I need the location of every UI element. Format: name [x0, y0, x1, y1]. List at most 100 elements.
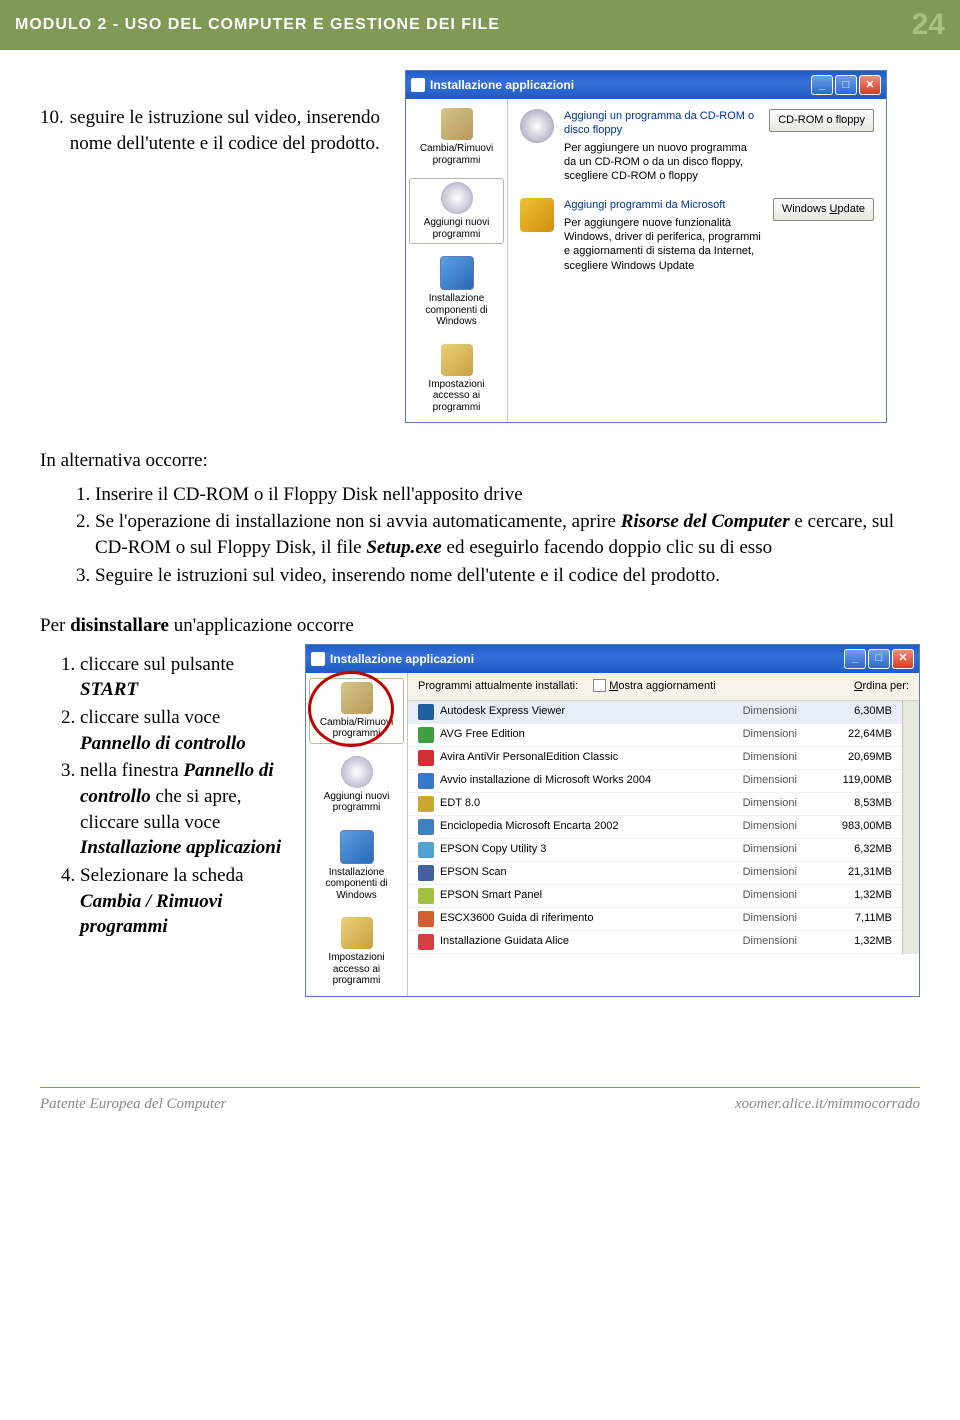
close-button[interactable]: ✕	[892, 649, 914, 669]
program-row[interactable]: EPSON ScanDimensioni 21,31MB	[408, 862, 902, 885]
program-size: 21,31MB	[822, 865, 892, 880]
close-button[interactable]: ✕	[859, 75, 881, 95]
step-item: nella finestra Pannello di controllo che…	[80, 758, 290, 861]
program-size: 119,00MB	[822, 773, 892, 788]
alt-item: Se l'operazione di installazione non si …	[95, 509, 920, 560]
program-name: Avira AntiVir PersonalEdition Classic	[440, 750, 743, 765]
program-icon	[418, 704, 434, 720]
program-row[interactable]: AVG Free EditionDimensioni 22,64MB	[408, 724, 902, 747]
step-item: cliccare sul pulsante START	[80, 652, 290, 703]
program-name: Installazione Guidata Alice	[440, 934, 743, 949]
intro-num: 10.	[40, 105, 64, 156]
program-name: Enciclopedia Microsoft Encarta 2002	[440, 819, 743, 834]
intro-text: seguire le istruzione sul video, inseren…	[70, 105, 390, 156]
step-item: cliccare sulla voce Pannello di controll…	[80, 705, 290, 756]
update-icon	[520, 198, 554, 232]
box-icon	[341, 682, 373, 714]
maximize-button[interactable]: □	[868, 649, 890, 669]
program-name: Autodesk Express Viewer	[440, 704, 743, 719]
alt-item: Seguire le istruzioni sul video, inseren…	[95, 563, 920, 589]
sidebar-windows-components[interactable]: Installazione componenti di Windows	[409, 252, 504, 332]
program-size: 7,11MB	[822, 911, 892, 926]
program-size: 6,32MB	[822, 842, 892, 857]
sidebar-add-new[interactable]: Aggiungi nuovi programmi	[409, 178, 504, 244]
minimize-button[interactable]: _	[844, 649, 866, 669]
app-icon	[411, 78, 425, 92]
program-row[interactable]: ESCX3600 Guida di riferimentoDimensioni 7…	[408, 908, 902, 931]
sidebar-change-remove[interactable]: Cambia/Rimuovi programmi	[409, 104, 504, 170]
program-icon	[418, 934, 434, 950]
program-row[interactable]: Enciclopedia Microsoft Encarta 2002Dimen…	[408, 816, 902, 839]
sidebar-change-remove[interactable]: Cambia/Rimuovi programmi	[309, 678, 404, 744]
size-label: Dimensioni	[743, 773, 797, 788]
page-header: MODULO 2 - USO DEL COMPUTER E GESTIONE D…	[0, 0, 960, 50]
program-size: 8,53MB	[822, 796, 892, 811]
program-name: EPSON Copy Utility 3	[440, 842, 743, 857]
program-name: ESCX3600 Guida di riferimento	[440, 911, 743, 926]
sidebar-access-settings[interactable]: Impostazioni accesso ai programmi	[409, 340, 504, 418]
sidebar-access-settings[interactable]: Impostazioni accesso ai programmi	[309, 913, 404, 991]
program-icon	[418, 911, 434, 927]
cd-icon	[441, 182, 473, 214]
sidebar-add-new[interactable]: Aggiungi nuovi programmi	[309, 752, 404, 818]
program-icon	[418, 842, 434, 858]
page-number: 24	[912, 8, 945, 42]
section1-title: Aggiungi un programma da CD-ROM o disco …	[564, 109, 759, 138]
program-row[interactable]: Autodesk Express ViewerDimensioni 6,30MB	[408, 701, 902, 724]
alt-item: Inserire il CD-ROM o il Floppy Disk nell…	[95, 482, 920, 508]
program-row[interactable]: Avvio installazione di Microsoft Works 2…	[408, 770, 902, 793]
program-row[interactable]: Installazione Guidata AliceDimensioni1,3…	[408, 931, 902, 954]
windows-update-button[interactable]: Windows Update	[773, 198, 874, 221]
cd-icon	[341, 756, 373, 788]
maximize-button[interactable]: □	[835, 75, 857, 95]
windows-icon	[340, 830, 374, 864]
size-label: Dimensioni	[743, 750, 797, 765]
key-icon	[441, 344, 473, 376]
app-icon	[311, 652, 325, 666]
size-label: Dimensioni	[743, 911, 797, 926]
program-icon	[418, 750, 434, 766]
section2-title: Aggiungi programmi da Microsoft	[564, 198, 763, 212]
titlebar[interactable]: Installazione applicazioni _ □ ✕	[406, 71, 886, 99]
section2-body: Per aggiungere nuove funzionalità Window…	[564, 216, 763, 273]
program-size: 6,30MB	[822, 704, 892, 719]
uninstall-lead: Per disinstallare un'applicazione occorr…	[40, 613, 920, 639]
size-label: Dimensioni	[743, 934, 797, 949]
program-size: 20,69MB	[822, 750, 892, 765]
step-item: Selezionare la scheda Cambia / Rimuovi p…	[80, 863, 290, 940]
program-row[interactable]: EDT 8.0Dimensioni8,53MB	[408, 793, 902, 816]
program-icon	[418, 773, 434, 789]
sidebar-windows-components[interactable]: Installazione componenti di Windows	[309, 826, 404, 906]
footer-right: xoomer.alice.it/mimmocorrado	[735, 1096, 920, 1113]
program-size: 1,32MB	[822, 888, 892, 903]
program-row[interactable]: EPSON Copy Utility 3Dimensioni 6,32MB	[408, 839, 902, 862]
size-label: Dimensioni	[743, 704, 797, 719]
program-name: AVG Free Edition	[440, 727, 743, 742]
cd-large-icon	[520, 109, 554, 143]
alt-lead: In alternativa occorre:	[40, 448, 920, 474]
size-label: Dimensioni	[743, 865, 797, 880]
intro-paragraph: 10. seguire le istruzione sul video, ins…	[40, 70, 390, 423]
titlebar-2[interactable]: Installazione applicazioni _ □ ✕	[306, 645, 919, 673]
program-icon	[418, 819, 434, 835]
scrollbar[interactable]	[902, 701, 919, 954]
program-row[interactable]: Avira AntiVir PersonalEdition ClassicDim…	[408, 747, 902, 770]
program-name: EPSON Scan	[440, 865, 743, 880]
program-icon	[418, 865, 434, 881]
minimize-button[interactable]: _	[811, 75, 833, 95]
program-row[interactable]: EPSON Smart PanelDimensioni1,32MB	[408, 885, 902, 908]
program-icon	[418, 796, 434, 812]
size-label: Dimensioni	[743, 842, 797, 857]
program-list[interactable]: Autodesk Express ViewerDimensioni6,30MBA…	[408, 701, 902, 954]
program-size: 22,64MB	[822, 727, 892, 742]
size-label: Dimensioni	[743, 727, 797, 742]
window-install-apps-2: Installazione applicazioni _ □ ✕ Cambia/…	[305, 644, 920, 997]
cdrom-floppy-button[interactable]: CD-ROM o floppy	[769, 109, 874, 132]
show-updates-checkbox[interactable]	[593, 679, 606, 692]
sidebar: Cambia/Rimuovi programmi Aggiungi nuovi …	[406, 99, 508, 422]
program-name: EDT 8.0	[440, 796, 743, 811]
toolbar: Programmi attualmente installati: Mostra…	[408, 673, 919, 701]
size-label: Dimensioni	[743, 888, 797, 903]
program-name: Avvio installazione di Microsoft Works 2…	[440, 773, 743, 788]
footer: Patente Europea del Computer xoomer.alic…	[40, 1087, 920, 1113]
